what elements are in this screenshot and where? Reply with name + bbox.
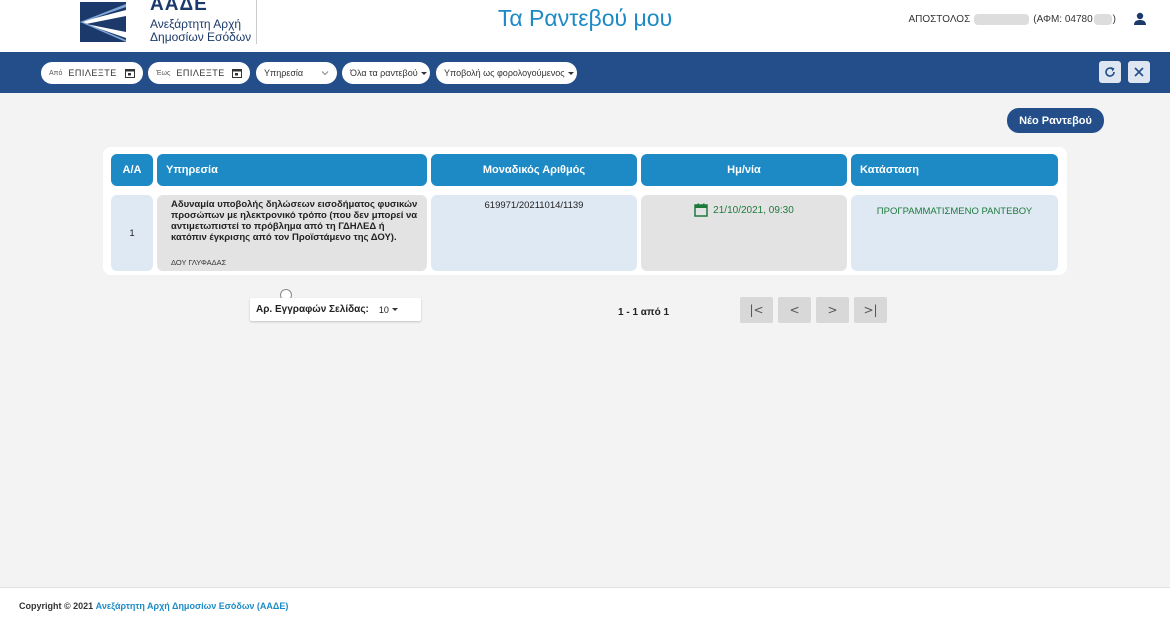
clear-filters-button[interactable]	[1128, 61, 1150, 83]
copyright-text: Copyright © 2021	[19, 601, 94, 611]
footer-copyright: Copyright © 2021 Ανεξάρτητη Αρχή Δημοσίω…	[19, 601, 288, 611]
user-name: ΑΠΟΣΤΟΛΟΣ	[908, 13, 971, 25]
calendar-icon	[125, 69, 135, 78]
new-appointment-button[interactable]: Νέο Ραντεβού	[1007, 108, 1104, 133]
calendar-icon	[232, 69, 242, 78]
status-filter-dropdown[interactable]: Όλα τα ραντεβού	[342, 62, 430, 84]
logo-text-line1: Ανεξάρτητη Αρχή	[150, 17, 242, 31]
aade-footer-link[interactable]: Ανεξάρτητη Αρχή Δημοσίων Εσόδων (ΑΑΔΕ)	[96, 601, 289, 611]
app-header: ΑΑΔΕ Ανεξάρτητη Αρχή Δημοσίων Εσόδων Τα …	[0, 0, 1170, 52]
close-icon	[1134, 67, 1144, 77]
redacted-surname	[974, 13, 1030, 25]
table-row-date[interactable]: 21/10/2021, 09:30	[641, 195, 847, 271]
service-select[interactable]: Υπηρεσία	[256, 62, 337, 84]
to-date-picker[interactable]: Έως ΕΠΙΛΕΞΤΕ	[148, 62, 250, 84]
caret-down-icon	[420, 71, 427, 75]
user-afm: (ΑΦΜ: 04780	[1033, 13, 1093, 25]
page-size-value: 10	[378, 304, 389, 315]
logo-abbreviation: ΑΑΔΕ	[150, 0, 208, 15]
page-size-label: Αρ. Εγγραφών Σελίδας:	[256, 304, 369, 315]
pagination-range: 1 - 1 από 1	[618, 307, 670, 318]
logo-divider	[256, 0, 257, 44]
status-filter-label: Όλα τα ραντεβού	[350, 68, 418, 78]
table-row-service[interactable]: Αδυναμία υποβολής δηλώσεων εισοδήματος φ…	[157, 195, 427, 271]
user-afm-end: )	[1112, 13, 1116, 25]
appointment-date: 21/10/2021, 09:30	[713, 204, 794, 216]
page-size-selector[interactable]: Αρ. Εγγραφών Σελίδας: 10	[250, 298, 421, 321]
chevron-down-icon	[321, 71, 329, 76]
caret-down-icon	[567, 71, 574, 75]
to-date-value: ΕΠΙΛΕΞΤΕ	[176, 68, 225, 78]
aade-logo-mark	[80, 2, 126, 42]
row-index-value: 1	[129, 227, 135, 239]
calendar-icon	[694, 203, 708, 217]
from-date-picker[interactable]: Από ΕΠΙΛΕΞΤΕ	[41, 62, 143, 84]
first-page-icon: |<	[749, 303, 764, 317]
date-cell: 21/10/2021, 09:30	[641, 203, 847, 217]
column-header-status: Κατάσταση	[851, 154, 1058, 186]
appointments-table: Α/Α Υπηρεσία Μοναδικός Αριθμός Ημ/νία Κα…	[103, 147, 1067, 275]
redacted-afm	[1093, 13, 1112, 25]
column-header-unique-number: Μοναδικός Αριθμός	[431, 154, 637, 186]
table-row-index[interactable]: 1	[111, 195, 153, 271]
logo-text-line2: Δημοσίων Εσόδων	[150, 30, 252, 44]
tax-office: ΔΟΥ ΓΛΥΦΑΔΑΣ	[171, 258, 227, 267]
previous-page-button[interactable]: <	[778, 297, 811, 323]
first-page-button[interactable]: |<	[740, 297, 773, 323]
last-page-icon: >|	[863, 303, 878, 317]
service-description: Αδυναμία υποβολής δηλώσεων εισοδήματος φ…	[171, 199, 418, 243]
status-badge: ΠΡΟΓΡΑΜΜΑΤΙΣΜΕΝΟ ΡΑΝΤΕΒΟΥ	[876, 206, 1033, 217]
chevron-right-icon: >	[827, 303, 838, 317]
caret-down-icon	[391, 308, 398, 311]
submission-filter-label: Υποβολή ως φορολογούμενος	[444, 68, 565, 78]
column-header-service: Υπηρεσία	[157, 154, 427, 186]
person-icon[interactable]	[1132, 11, 1148, 27]
from-date-value: ΕΠΙΛΕΞΤΕ	[68, 68, 117, 78]
to-date-label: Έως	[156, 69, 171, 77]
user-info: ΑΠΟΣΤΟΛΟΣ (ΑΦΜ: 04780 )	[908, 11, 1148, 27]
filter-toolbar: Από ΕΠΙΛΕΞΤΕ Έως ΕΠΙΛΕΞΤΕ Υπηρεσία Όλα τ…	[0, 52, 1170, 93]
next-page-button[interactable]: >	[816, 297, 849, 323]
refresh-button[interactable]	[1099, 61, 1121, 83]
table-row-status[interactable]: ΠΡΟΓΡΑΜΜΑΤΙΣΜΕΝΟ ΡΑΝΤΕΒΟΥ	[851, 195, 1058, 271]
column-header-index: Α/Α	[111, 154, 153, 186]
submission-filter-dropdown[interactable]: Υποβολή ως φορολογούμενος	[436, 62, 577, 84]
service-select-placeholder: Υπηρεσία	[264, 68, 304, 78]
table-row-unique-number[interactable]: 619971/20211014/1139	[431, 195, 637, 271]
last-page-button[interactable]: >|	[854, 297, 887, 323]
refresh-icon	[1105, 67, 1115, 77]
from-date-label: Από	[49, 69, 63, 77]
page-footer: Copyright © 2021 Ανεξάρτητη Αρχή Δημοσίω…	[0, 587, 1170, 625]
column-header-date: Ημ/νία	[641, 154, 847, 186]
aade-logo[interactable]: ΑΑΔΕ Ανεξάρτητη Αρχή Δημοσίων Εσόδων	[80, 0, 260, 44]
chevron-left-icon: <	[789, 303, 800, 317]
unique-number-value: 619971/20211014/1139	[484, 200, 584, 211]
